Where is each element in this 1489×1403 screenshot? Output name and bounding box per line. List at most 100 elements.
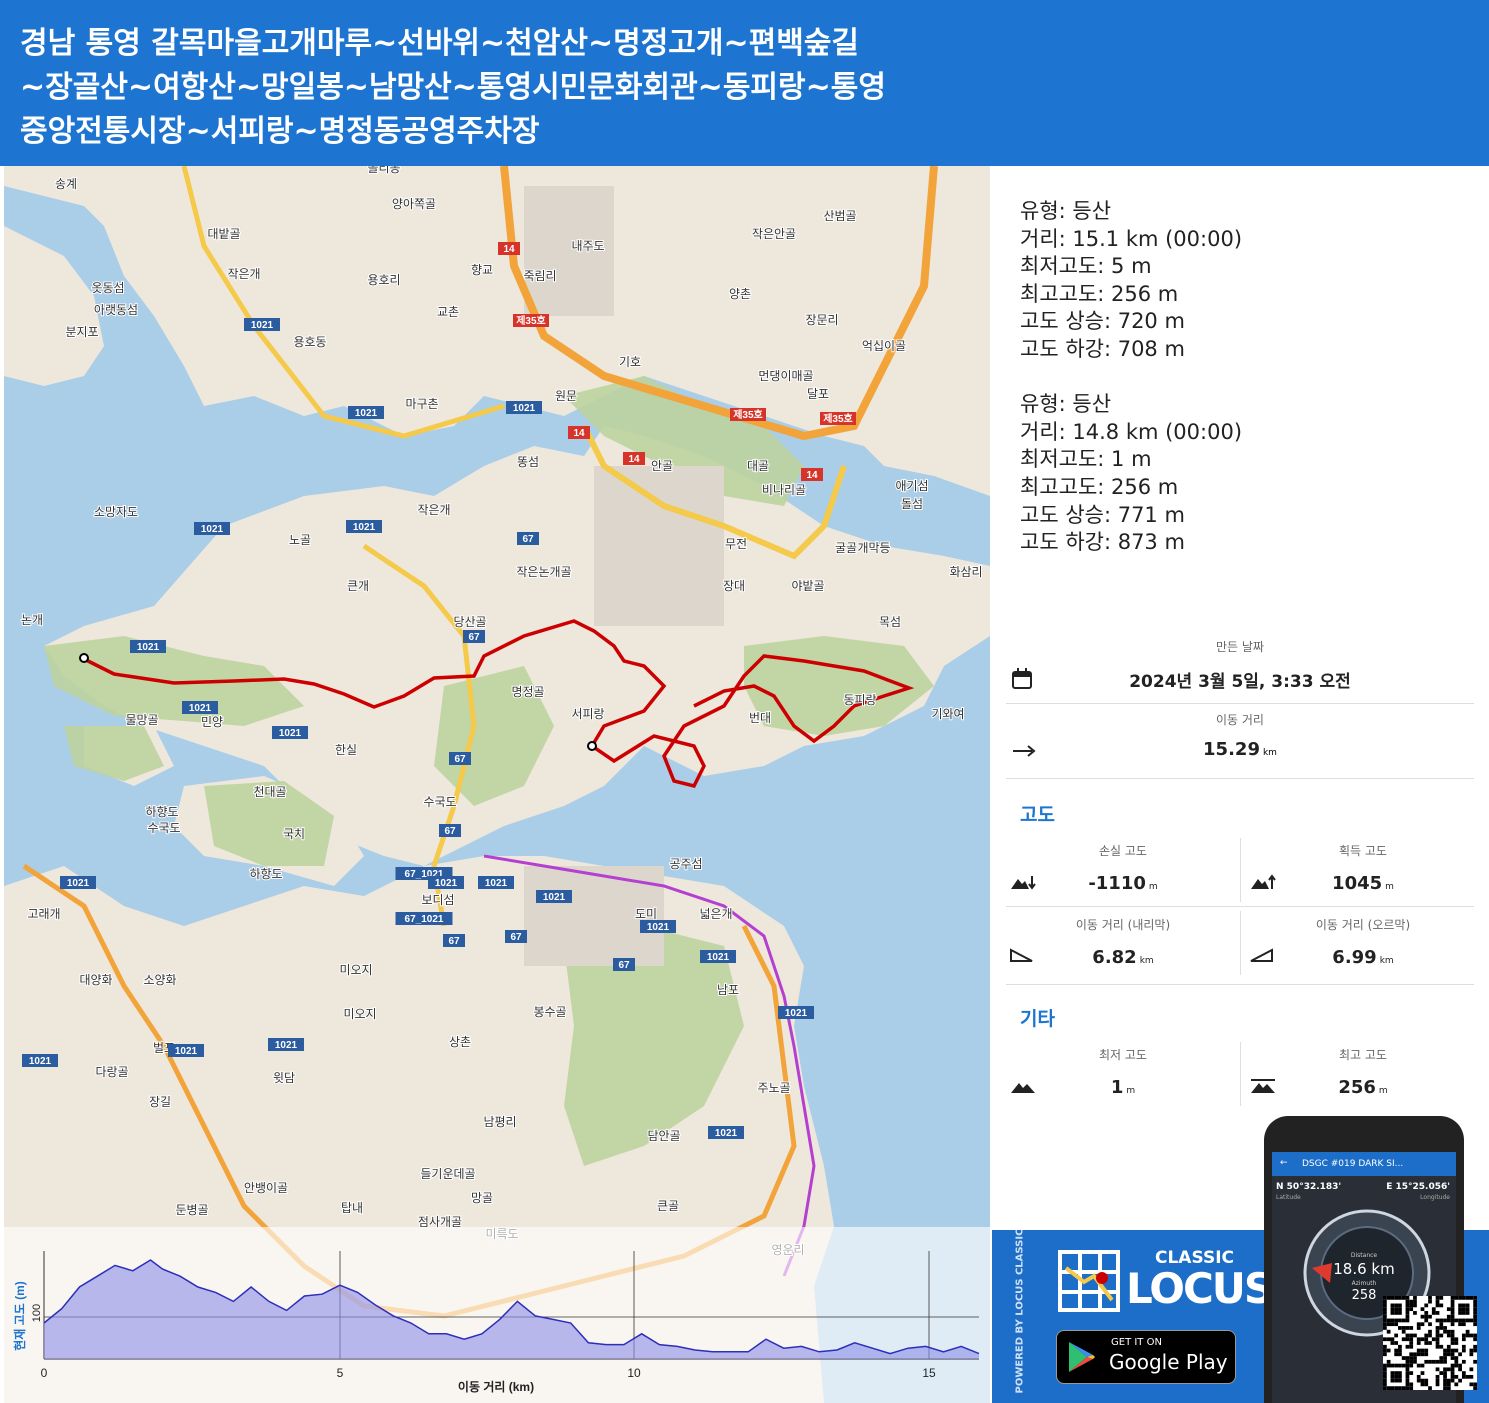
play-store-icon	[1069, 1342, 1095, 1372]
place-label: 분지포	[65, 325, 98, 339]
place-label: 다랑골	[95, 1065, 128, 1079]
place-label: 먼댕이매골	[758, 369, 813, 383]
place-label: 원문	[555, 389, 577, 403]
place-label: 애기섬	[895, 479, 928, 493]
distance-value: 15.29	[1203, 739, 1260, 760]
place-label: 산범골	[823, 209, 856, 223]
max-elevation-icon	[1251, 1079, 1275, 1093]
road-shield-label: 1021	[715, 1128, 738, 1139]
google-play-button[interactable]: GET IT ON Google Play	[1056, 1330, 1236, 1384]
divider	[1006, 906, 1474, 907]
track-end-marker	[587, 741, 597, 751]
min-elev-label: 최저 고도	[1099, 1048, 1147, 1062]
google-play-text: Google Play	[1109, 1350, 1228, 1374]
road-shield-label: 1021	[137, 642, 160, 653]
loss-value-row: -1110 m	[1006, 873, 1240, 894]
map-view[interactable]: 송계 올리동 양아쪽골 대밭골 작은개 용호리 옷동섬 아랫동섬 분지포 용호동 교촌 향교 죽림리 내주…	[4, 166, 990, 1403]
phone-title: DSGC #019 DARK SI...	[1302, 1159, 1404, 1169]
stat-ascent: 고도 상승: 771 m	[1020, 502, 1185, 527]
stat-min-elev: 최저고도: 1 m	[1020, 447, 1152, 472]
ascent-mountain-icon	[1251, 874, 1276, 889]
uphill-label: 이동 거리 (오르막)	[1315, 918, 1411, 932]
road-shield-label: 제35호	[823, 412, 853, 425]
place-label: 미오지	[339, 963, 372, 977]
section-other: 기타	[1020, 1008, 1055, 1030]
place-label: 달포	[807, 387, 829, 401]
place-label: 안뱅이골	[244, 1181, 288, 1195]
road-shield-label: 67	[444, 826, 456, 837]
qr-code[interactable]	[1383, 1296, 1477, 1390]
descent-mountain-icon	[1011, 876, 1036, 890]
place-label: 공주섬	[669, 857, 702, 871]
back-arrow-icon: ←	[1280, 1158, 1288, 1168]
stat-distance: 거리: 14.8 km (00:00)	[1020, 419, 1243, 444]
x-tick-5: 5	[337, 1366, 344, 1380]
place-label: 비나리골	[762, 483, 806, 497]
locus-logo-icon	[1056, 1248, 1122, 1314]
divider-v	[1240, 838, 1241, 902]
place-label: 당산골	[453, 615, 486, 629]
place-label: 용호리	[367, 273, 400, 287]
stat-min-elev: 최저고도: 5 m	[1020, 254, 1152, 279]
title-line-3: 중앙전통시장~서피랑~명정동공영주차장	[20, 114, 540, 149]
get-it-on-text: GET IT ON	[1111, 1337, 1162, 1348]
place-label: 장대	[723, 579, 745, 593]
downhill-value-row: 6.82 km	[1006, 947, 1240, 968]
place-label: 물망골	[125, 713, 158, 727]
title-line-1: 경남 통영 갈목마을고개마루~선바위~천암산~명정고개~편백숲길	[20, 26, 860, 61]
place-label: 작은개	[417, 503, 450, 517]
distance-block: 이동 거리 15.29 km	[1006, 711, 1474, 760]
place-label: 작은안골	[752, 227, 796, 241]
land-west-island	[4, 226, 104, 386]
place-label: 한실	[335, 743, 357, 757]
road-shield-label: 14	[806, 470, 818, 481]
place-label: 마구촌	[405, 397, 438, 411]
place-label: 하항도	[249, 867, 282, 881]
place-label: 개막등	[857, 541, 890, 555]
place-label: 소양화	[143, 973, 176, 987]
place-label: 들기운데골	[420, 1167, 475, 1181]
place-label: 국치	[283, 827, 305, 841]
stat-max-elev: 최고고도: 256 m	[1020, 474, 1179, 499]
place-label: 똥섬	[517, 455, 539, 469]
distance-unit: km	[1262, 748, 1277, 758]
map-canvas[interactable]: 송계 올리동양아쪽골대밭골작은개 용호리옷동섬아랫동섬분지포용호동 교촌 향교 죽림리 내주…	[4, 166, 990, 1403]
road-shield-label: 67_1021	[405, 914, 444, 925]
road-shield-label: 67	[510, 932, 522, 943]
gain-label: 획득 고도	[1339, 844, 1387, 858]
place-label: 천대골	[253, 784, 286, 799]
place-label: 장문리	[805, 313, 838, 327]
place-label: 소망자도	[94, 505, 138, 519]
place-label: 대양화	[79, 973, 112, 987]
stat-descent: 고도 하강: 873 m	[1020, 530, 1185, 555]
created-block: 만든 날짜 2024년 3월 5일, 3:33 오전	[1006, 638, 1474, 692]
loss-unit: m	[1148, 882, 1158, 892]
place-label: 화삼리	[949, 565, 982, 579]
place-label: 탑내	[341, 1201, 363, 1215]
place-label: 양아쪽골	[392, 197, 436, 211]
phone-lat: N 50°32.183'	[1276, 1182, 1342, 1192]
downhill-icon	[1010, 948, 1033, 962]
phone-azimuth-label: Azimuth	[1351, 1280, 1377, 1287]
place-label: 고래개	[27, 907, 60, 921]
road-shield-label: 1021	[201, 524, 224, 535]
road-shield-label: 14	[628, 454, 640, 465]
place-label: 도미	[635, 907, 657, 921]
distance-value-row: 15.29 km	[1006, 739, 1474, 760]
place-label: 교촌	[437, 305, 459, 319]
loss-cell: 손실 고도 -1110 m	[1006, 842, 1240, 894]
place-label: 점사개골	[418, 1215, 462, 1229]
uphill-value-row: 6.99 km	[1246, 947, 1480, 968]
place-label: 장길	[149, 1095, 171, 1109]
place-label: 큰골	[657, 1199, 679, 1213]
logo-locus: LOCUS	[1126, 1264, 1274, 1313]
road-shield-label: 14	[503, 244, 515, 255]
place-label: 윗담	[273, 1070, 295, 1085]
place-label: 양촌	[729, 287, 751, 301]
place-label: 향교	[471, 263, 493, 277]
road-shield-label: 1021	[275, 1040, 298, 1051]
road-shield-label: 1021	[647, 922, 670, 933]
divider	[1006, 984, 1474, 985]
stat-distance: 거리: 15.1 km (00:00)	[1020, 226, 1243, 251]
place-label: 남평리	[483, 1115, 516, 1129]
